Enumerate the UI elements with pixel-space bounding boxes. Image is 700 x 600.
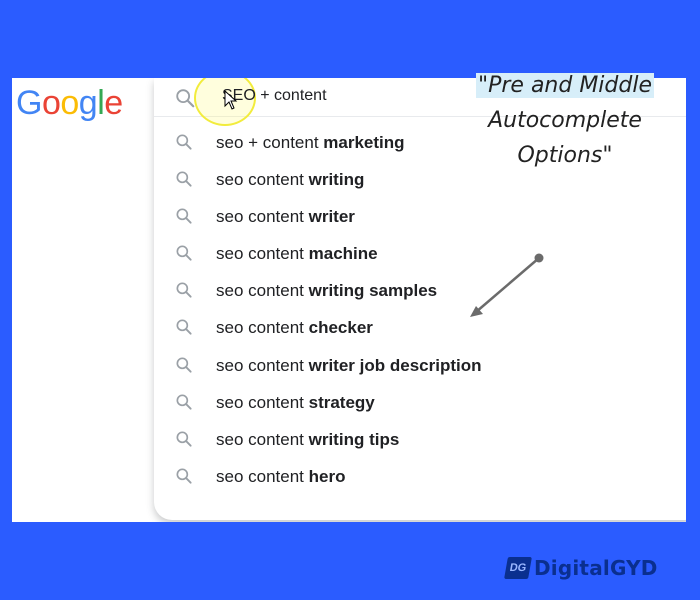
suggestion-text: seo content writing: [216, 170, 365, 190]
search-icon: [176, 245, 192, 261]
suggestion-text: seo content checker: [216, 318, 373, 338]
suggestion-text: seo content writing tips: [216, 429, 400, 449]
suggestion-item[interactable]: seo content writer job description: [154, 347, 686, 384]
logo-letter-o1: o: [41, 84, 61, 122]
suggestion-text: seo content hero: [216, 466, 346, 486]
suggestion-item[interactable]: seo content hero: [154, 458, 686, 495]
logo-letter-g2: g: [78, 84, 98, 122]
search-icon: [176, 468, 192, 484]
suggestion-text: seo content writer: [216, 207, 355, 227]
search-icon: [176, 394, 192, 410]
suggestion-item[interactable]: seo content writer: [154, 198, 686, 235]
annotation-line-2: Autocomplete: [488, 108, 642, 133]
annotation-line-1: "Pre and Middle: [475, 73, 654, 98]
brand-badge: DG: [504, 557, 532, 579]
mouse-cursor-icon: [224, 90, 238, 110]
annotation-line-3: Options": [517, 143, 613, 168]
suggestion-text: seo content writing samples: [216, 281, 438, 301]
search-icon: [176, 319, 192, 336]
suggestion-item[interactable]: seo content writing tips: [154, 421, 686, 458]
suggestion-item[interactable]: seo content writing samples: [154, 272, 686, 309]
logo-letter-e: e: [104, 84, 123, 122]
search-icon[interactable]: [174, 87, 196, 109]
suggestion-item[interactable]: seo content checker: [154, 309, 686, 346]
suggestion-list: seo + content marketing seo content writ…: [154, 124, 686, 495]
search-icon: [176, 208, 192, 224]
search-icon: [176, 171, 192, 187]
logo-letter-g: G: [16, 84, 42, 122]
suggestion-text: seo content writer job description: [216, 355, 482, 375]
logo-letter-l: l: [97, 84, 105, 122]
google-logo[interactable]: Google: [16, 84, 123, 123]
search-icon: [176, 134, 192, 150]
search-icon: [176, 282, 192, 298]
search-icon: [176, 357, 192, 373]
logo-letter-o2: o: [60, 84, 79, 122]
brand-logo: DG DigitalGYD: [504, 552, 658, 584]
search-icon: [176, 431, 192, 447]
annotation-callout: "Pre and Middle Autocomplete Options": [455, 68, 675, 173]
brand-name: DigitalGYD: [534, 556, 658, 580]
suggestion-item[interactable]: seo content machine: [154, 235, 686, 272]
suggestion-text: seo content machine: [216, 244, 378, 264]
suggestion-text: seo + content marketing: [216, 133, 405, 152]
suggestion-item[interactable]: seo content strategy: [154, 384, 686, 421]
annotation-arrow-icon: [470, 253, 544, 317]
suggestion-text: seo content strategy: [216, 392, 375, 412]
